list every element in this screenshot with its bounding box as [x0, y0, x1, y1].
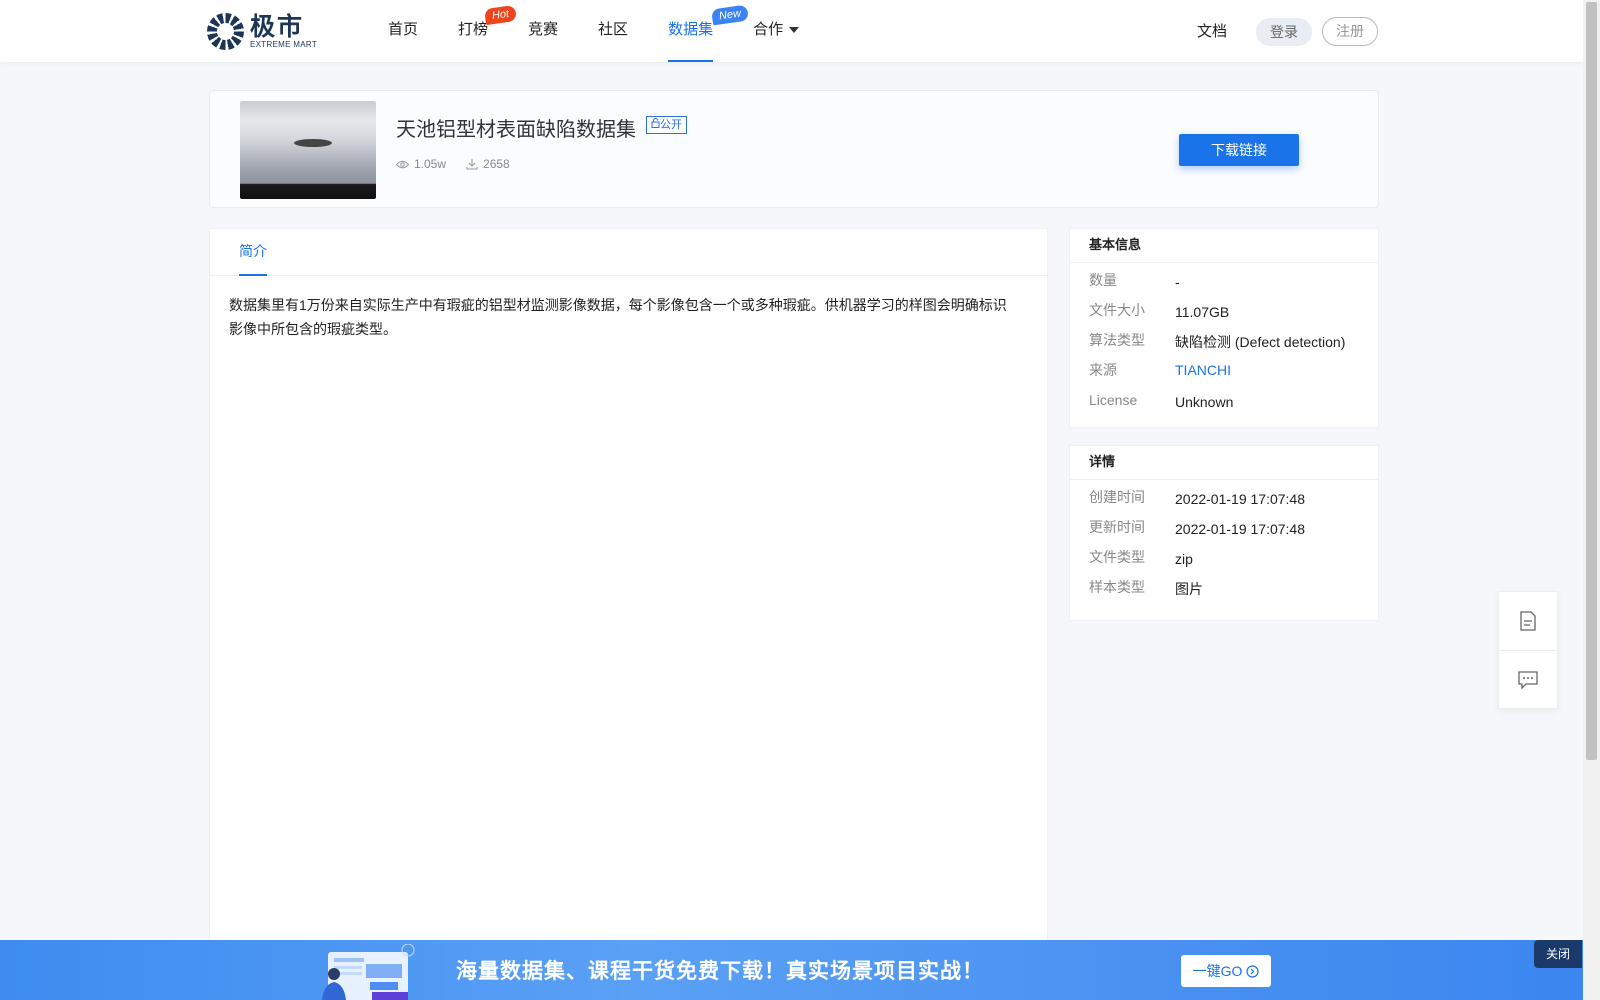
floating-toolbar	[1498, 591, 1558, 709]
download-link-button[interactable]: 下载链接	[1179, 134, 1299, 166]
go-button[interactable]: 一键GO	[1181, 955, 1271, 987]
detail-row-updated: 更新时间 2022-01-19 17:07:48	[1089, 519, 1305, 537]
info-row-algorithm: 算法类型 缺陷检测 (Defect detection)	[1089, 332, 1346, 350]
document-icon	[1520, 611, 1536, 631]
chat-icon	[1518, 670, 1538, 689]
downloads-stat: 2658	[466, 157, 510, 171]
logo-name: 极市	[250, 12, 305, 41]
nav-competition[interactable]: 竞赛	[528, 0, 558, 62]
logo-subtitle: EXTREME MART	[250, 39, 318, 49]
eye-icon	[396, 160, 409, 168]
details-panel: 详情 创建时间 2022-01-19 17:07:48 更新时间 2022-01-1…	[1069, 445, 1379, 621]
main-nav: 首页 打榜 Hot 竞赛 社区 数据集 New 合作	[388, 0, 839, 62]
public-badge: 公开	[646, 116, 687, 134]
intro-panel: 简介 数据集里有1万份来自实际生产中有瑕疵的铝型材监测影像数据，每个影像包含一个…	[209, 228, 1048, 1000]
detail-row-sampletype: 样本类型 图片	[1089, 579, 1203, 597]
basic-info-panel: 基本信息 数量 - 文件大小 11.07GB 算法类型 缺陷检测 (Defect de…	[1069, 228, 1379, 428]
nav-cooperation[interactable]: 合作	[753, 0, 800, 62]
details-title: 详情	[1070, 446, 1378, 480]
float-document-button[interactable]	[1499, 592, 1557, 650]
docs-link[interactable]: 文档	[1197, 20, 1227, 41]
circle-arrow-icon	[1246, 965, 1259, 978]
tab-intro[interactable]: 简介	[239, 229, 267, 276]
banner-close-button[interactable]: 关闭	[1534, 940, 1582, 968]
banner-text: 海量数据集、课程干货免费下载！真实场景项目实战！	[456, 959, 984, 983]
dataset-stats: 1.05w 2658	[396, 157, 530, 171]
banner-illustration	[322, 944, 415, 1000]
caret-down-icon	[789, 27, 800, 34]
detail-row-filetype: 文件类型 zip	[1089, 549, 1193, 567]
dataset-summary-card: 天池铝型材表面缺陷数据集 公开 1.05w 2658 下载链接	[209, 90, 1379, 208]
hot-badge: Hot	[484, 4, 518, 26]
intro-text: 数据集里有1万份来自实际生产中有瑕疵的铝型材监测影像数据，每个影像包含一个或多种…	[229, 297, 1007, 337]
views-stat: 1.05w	[396, 157, 446, 171]
info-row-count: 数量 -	[1089, 272, 1180, 290]
top-header: 极市 EXTREME MART 首页 打榜 Hot 竞赛 社区 数据集 New …	[0, 0, 1583, 62]
nav-leaderboard[interactable]: 打榜 Hot	[458, 0, 518, 62]
info-row-size: 文件大小 11.07GB	[1089, 302, 1230, 320]
nav-datasets[interactable]: 数据集 New	[668, 0, 750, 62]
new-badge: New	[711, 4, 750, 26]
intro-tabbar: 简介	[210, 229, 1047, 276]
register-button[interactable]: 注册	[1322, 17, 1378, 46]
promo-banner: 海量数据集、课程干货免费下载！真实场景项目实战！ 一键GO	[0, 940, 1583, 1000]
lock-open-icon	[651, 118, 660, 128]
page-scrollbar[interactable]	[1583, 0, 1600, 1000]
detail-row-created: 创建时间 2022-01-19 17:07:48	[1089, 489, 1305, 507]
dataset-title: 天池铝型材表面缺陷数据集	[396, 119, 636, 141]
nav-community[interactable]: 社区	[598, 0, 628, 62]
info-row-license: License Unknown	[1089, 392, 1234, 410]
nav-home[interactable]: 首页	[388, 0, 418, 62]
login-button[interactable]: 登录	[1256, 18, 1312, 46]
scrollbar-thumb[interactable]	[1586, 2, 1597, 760]
source-link[interactable]: TIANCHI	[1175, 359, 1231, 381]
download-icon	[466, 159, 478, 170]
float-chat-button[interactable]	[1499, 650, 1557, 708]
logo-mark-icon	[207, 13, 244, 50]
dataset-thumbnail	[240, 101, 376, 199]
basic-info-title: 基本信息	[1070, 229, 1378, 263]
info-row-source: 来源 TIANCHI	[1070, 359, 1378, 389]
logo[interactable]: 极市 EXTREME MART	[207, 13, 317, 50]
